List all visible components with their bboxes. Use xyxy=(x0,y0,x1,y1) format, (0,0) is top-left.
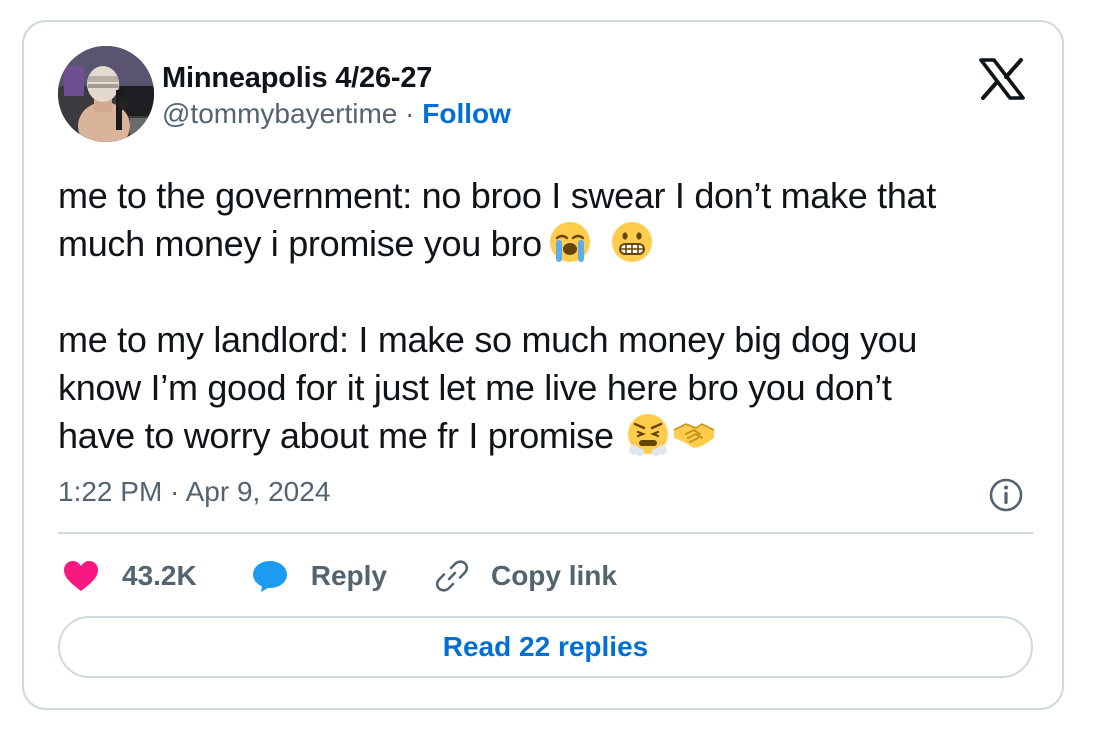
loudly-crying-face-icon xyxy=(549,222,590,262)
link-icon xyxy=(435,560,469,592)
avatar-image xyxy=(58,46,154,142)
handshake-icon xyxy=(673,423,715,448)
tweet-text-line: have to worry about me fr I promise xyxy=(58,412,1048,460)
divider xyxy=(58,532,1033,534)
speech-bubble-icon xyxy=(252,561,287,592)
avatar[interactable] xyxy=(58,46,154,142)
reply-label: Reply xyxy=(310,560,387,591)
tweet-text-line: me to my landlord: I make so much money … xyxy=(58,319,918,360)
heart-icon xyxy=(64,561,98,591)
handle-separator: · xyxy=(397,98,423,129)
tweet-text: me to the government: no broo I swear I … xyxy=(58,172,1048,460)
tweet-text-line: know I’m good for it just let me live he… xyxy=(58,367,892,408)
display-name[interactable]: Minneapolis 4/26-27 xyxy=(162,60,511,96)
copy-link-button[interactable]: Copy link xyxy=(435,559,617,593)
tweet-embed-card: Minneapolis 4/26-27 @tommybayertime · Fo… xyxy=(22,20,1064,710)
grimacing-face-icon xyxy=(611,222,652,262)
action-bar: 43.2K Reply Copy link xyxy=(62,552,617,600)
tweet-header: Minneapolis 4/26-27 @tommybayertime · Fo… xyxy=(58,46,1033,146)
like-button[interactable]: 43.2K xyxy=(62,559,197,593)
handle-row: @tommybayertime · Follow xyxy=(162,96,511,132)
tweet-text-line: much money i promise you bro xyxy=(58,220,1048,268)
info-icon[interactable] xyxy=(988,477,1024,513)
tweet-text-line-content: much money i promise you bro xyxy=(58,223,542,264)
like-count: 43.2K xyxy=(122,560,197,591)
user-handle[interactable]: @tommybayertime xyxy=(162,98,397,129)
read-replies-button[interactable]: Read 22 replies xyxy=(58,616,1033,678)
tweet-text-line-content: have to worry about me fr I promise xyxy=(58,415,614,456)
follow-link[interactable]: Follow xyxy=(422,98,511,129)
user-meta: Minneapolis 4/26-27 @tommybayertime · Fo… xyxy=(162,60,511,132)
x-logo-icon[interactable] xyxy=(979,58,1025,100)
face-with-steam-from-nose-icon xyxy=(627,414,668,456)
copy-link-label: Copy link xyxy=(490,560,617,591)
reply-button[interactable]: Reply xyxy=(251,559,387,593)
tweet-timestamp[interactable]: 1:22 PM · Apr 9, 2024 xyxy=(58,472,330,512)
tweet-text-line: me to the government: no broo I swear I … xyxy=(58,175,936,216)
